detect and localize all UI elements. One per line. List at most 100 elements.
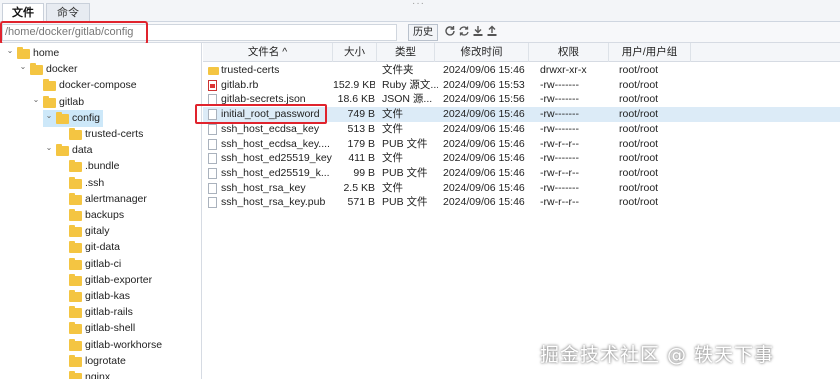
tree-item-label: alertmanager [85,192,147,205]
file-name: ssh_host_rsa_key [221,181,306,194]
chevron-down-icon[interactable]: ⌄ [45,107,53,124]
folder-icon [69,128,82,140]
file-row[interactable]: ssh_host_ed25519_k... 99 B PUB 文件 2024/09/0… [203,166,840,181]
tab-bar: 文件 命令 ··· [0,0,840,22]
file-size: 2.5 KB [343,181,375,194]
file-owner: root/root [619,181,659,194]
tree-item[interactable]: ⌄ docker [0,61,200,78]
file-size: 513 B [347,122,375,135]
file-size: 152.9 KB [333,78,375,91]
tree-item-label: .bundle [85,160,120,173]
file-perm: -rw-r--r-- [540,196,580,209]
file-icon [208,167,217,179]
file-row[interactable]: ssh_host_ed25519_key 411 B 文件 2024/09/06 15… [203,151,840,166]
file-owner: root/root [619,196,659,209]
directory-tree: ⌄ home ⌄ docker docker-compose ⌄ gitlab ⌄ config… [0,43,202,379]
file-icon [208,123,217,135]
tree-item[interactable]: ⌄ data [0,142,200,159]
tree-item[interactable]: ⌄ gitlab [0,94,200,111]
tree-item[interactable]: docker-compose [0,77,200,94]
tree-item-label: gitlab-shell [85,322,136,335]
tree-item[interactable]: .ssh [0,175,200,192]
sync-icon[interactable] [458,25,470,39]
tree-item-label: backups [85,209,125,221]
window-drag-handle[interactable]: ··· [412,0,425,9]
folder-icon [56,144,69,157]
chevron-down-icon[interactable]: ⌄ [45,139,53,156]
tree-item[interactable]: gitlab-kas [0,288,200,305]
tree-item-label: .ssh [85,176,105,189]
tree-item-label: trusted-certs [85,128,144,140]
tree-item[interactable]: gitaly [0,223,200,240]
tree-item[interactable]: alertmanager [0,191,200,208]
folder-icon [69,322,82,335]
file-perm: -rw------- [540,152,580,165]
folder-icon [69,371,82,379]
file-owner: root/root [619,152,659,165]
file-time: 2024/09/06 15:46 [443,137,525,150]
tree-item[interactable]: trusted-certs [0,126,200,143]
column-header-name[interactable]: 文件名 ^ [203,43,333,62]
file-row[interactable]: ssh_host_ecdsa_key 513 B 文件 2024/09/06 15:4… [203,122,840,137]
column-header-owner[interactable]: 用户/用户组 [609,43,691,62]
tree-item-label: logrotate [85,354,126,367]
file-type: 文件夹 [382,64,414,76]
tree-item[interactable]: git-data [0,239,200,256]
folder-icon [69,290,82,302]
file-time: 2024/09/06 15:46 [443,122,525,135]
file-row[interactable]: trusted-certs 文件夹 2024/09/06 15:46 drwxr-xr… [203,63,840,78]
folder-icon [69,160,82,173]
file-perm: -rw-r--r-- [540,137,580,150]
column-header-type[interactable]: 类型 [377,43,435,62]
tree-item[interactable]: .bundle [0,158,200,175]
column-header-permissions[interactable]: 权限 [529,43,609,62]
chevron-down-icon[interactable]: ⌄ [32,91,40,108]
file-perm: drwxr-xr-x [540,64,587,76]
tree-item-label: docker-compose [59,79,137,92]
tab-commands[interactable]: 命令 [46,3,90,22]
file-owner: root/root [619,78,659,91]
tree-item[interactable]: gitlab-ci [0,256,200,273]
upload-icon[interactable] [486,25,498,39]
tab-files[interactable]: 文件 [2,3,44,22]
file-perm: -rw------- [540,122,580,135]
tree-item[interactable]: gitlab-rails [0,304,200,321]
tree-item[interactable]: logrotate [0,353,200,370]
file-icon [208,197,217,209]
file-type: Ruby 源文... [382,78,438,91]
history-button[interactable]: 历史 [408,24,438,41]
file-time: 2024/09/06 15:46 [443,64,525,76]
file-type: PUB 文件 [382,196,428,209]
path-highlight-box [0,21,148,45]
file-row[interactable]: ssh_host_rsa_key 2.5 KB 文件 2024/09/06 15:46… [203,181,840,196]
folder-icon [69,209,82,221]
tree-item[interactable]: ⌄ config [43,107,103,127]
file-icon [208,153,217,165]
file-row[interactable]: gitlab.rb 152.9 KB Ruby 源文... 2024/09/06 15… [203,78,840,93]
tree-item[interactable]: gitlab-exporter [0,272,200,289]
chevron-down-icon[interactable]: ⌄ [6,43,14,59]
file-row[interactable]: ssh_host_rsa_key.pub 571 B PUB 文件 2024/09/0… [203,195,840,210]
tree-item[interactable]: ⌄ home [0,45,200,62]
file-time: 2024/09/06 15:46 [443,196,525,209]
file-row[interactable]: ssh_host_ecdsa_key.... 179 B PUB 文件 2024/09… [203,137,840,152]
tree-item[interactable]: nginx [0,369,200,379]
tree-item[interactable]: gitlab-workhorse [0,337,200,354]
folder-icon [69,273,82,286]
file-time: 2024/09/06 15:46 [443,181,525,194]
tree-item[interactable]: backups [0,207,200,224]
tree-item-label: home [33,47,60,59]
file-perm: -rw------- [540,93,580,106]
download-icon[interactable] [472,25,484,39]
file-name: ssh_host_ed25519_key [221,152,332,165]
file-type: 文件 [382,152,403,165]
column-header-size[interactable]: 大小 [333,43,377,62]
file-type: PUB 文件 [382,166,428,179]
folder-icon [69,225,82,238]
chevron-down-icon[interactable]: ⌄ [19,58,27,75]
column-header-time[interactable]: 修改时间 [435,43,529,62]
refresh-icon[interactable] [444,25,456,39]
file-time: 2024/09/06 15:46 [443,108,525,121]
tree-item[interactable]: gitlab-shell [0,320,200,337]
tree-item-label: gitaly [85,225,110,238]
